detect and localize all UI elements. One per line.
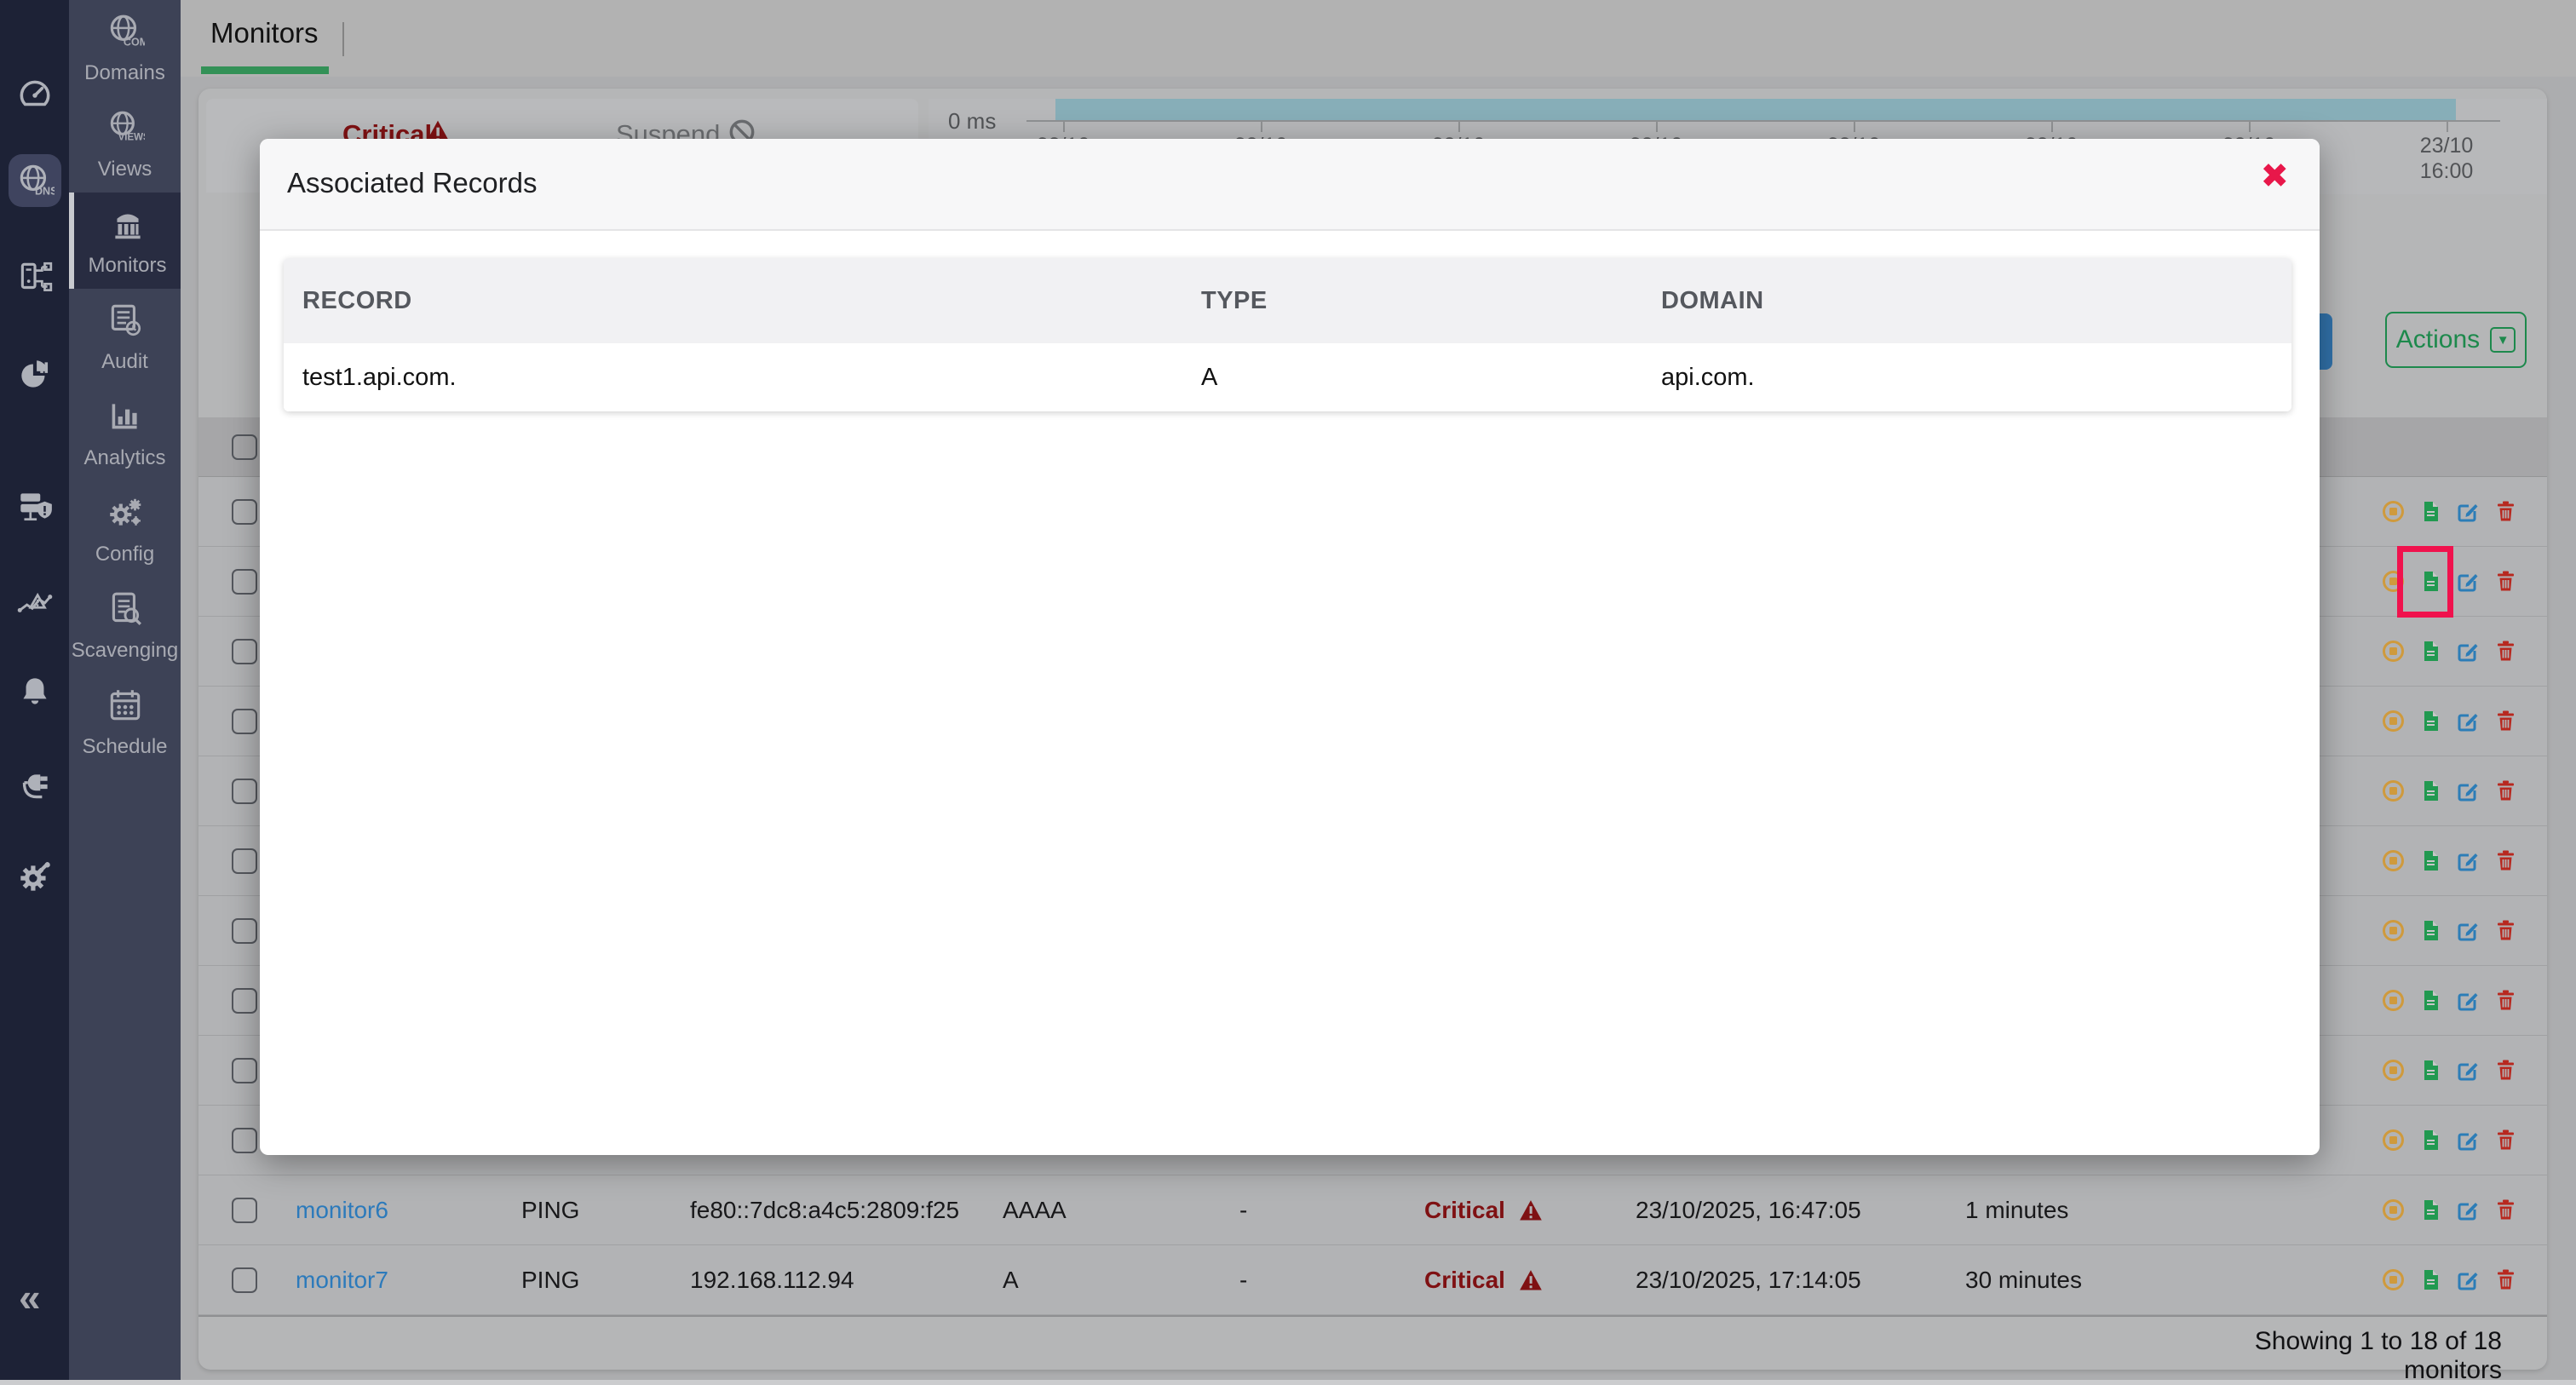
modal-header: Associated Records ✖ [260,139,2320,231]
column-header-record: RECORD [284,287,1182,315]
column-header-domain: DOMAIN [1642,287,2291,315]
records-table-header-row: RECORDTYPEDOMAIN [284,258,2291,343]
column-header-type: TYPE [1182,287,1642,315]
associated-records-table: RECORDTYPEDOMAINtest1.api.com.Aapi.com. [284,258,2291,411]
type-cell: A [1182,364,1642,392]
record-cell: test1.api.com. [284,364,1182,392]
modal-title: Associated Records [287,167,537,199]
highlight-box [2397,546,2453,618]
domain-cell: api.com. [1642,364,2291,392]
record-row: test1.api.com.Aapi.com. [284,343,2291,411]
close-icon[interactable]: ✖ [2260,159,2289,193]
associated-records-modal: Associated Records ✖ RECORDTYPEDOMAINtes… [260,139,2320,1155]
